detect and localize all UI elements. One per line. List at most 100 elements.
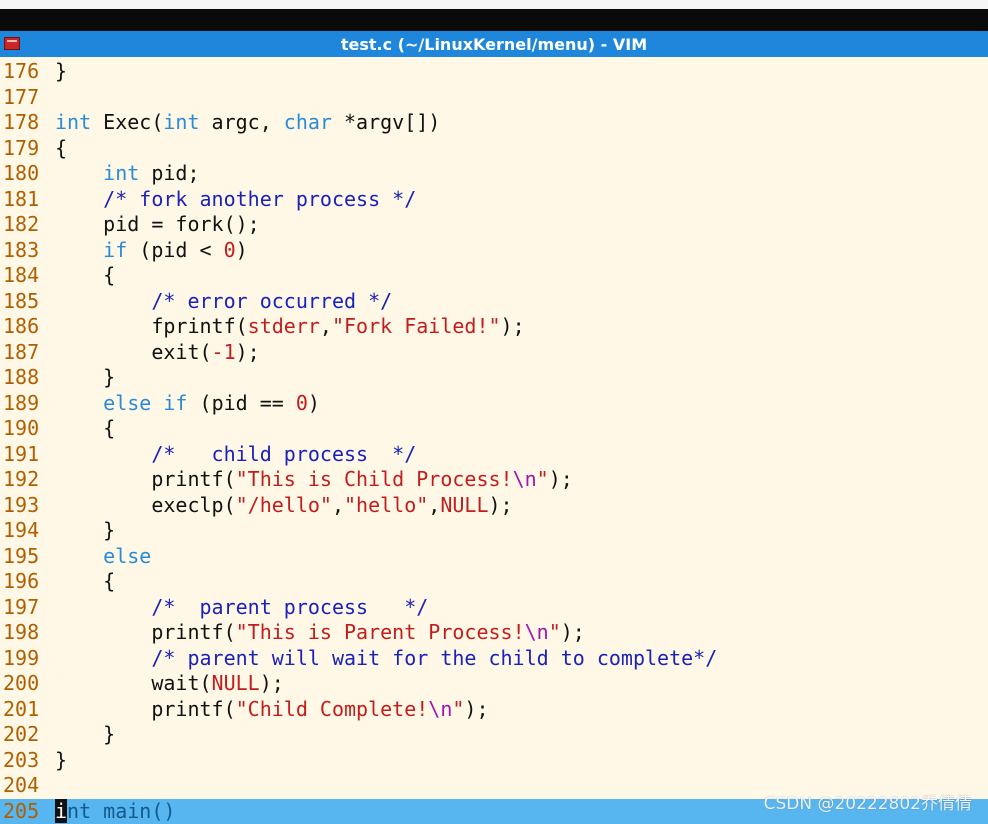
code-token: execlp(: [55, 493, 236, 517]
code-token: );: [260, 671, 284, 695]
line-text: {: [55, 569, 115, 595]
code-token: int: [103, 161, 139, 185]
code-line[interactable]: 199 /* parent will wait for the child to…: [0, 646, 988, 672]
window-titlebar[interactable]: test.c (~/LinuxKernel/menu) - VIM: [0, 31, 988, 57]
line-number: 178: [3, 110, 47, 136]
line-text: /* parent process */: [55, 595, 428, 621]
code-token: 0: [296, 391, 308, 415]
code-token: pid = fork();: [55, 212, 260, 236]
code-line[interactable]: 201 printf("Child Complete!\n");: [0, 697, 988, 723]
line-number: 201: [3, 697, 47, 723]
code-token: (pid <: [127, 238, 223, 262]
code-line[interactable]: 184 {: [0, 263, 988, 289]
code-token: (pid ==: [187, 391, 295, 415]
line-text: {: [55, 263, 115, 289]
line-number: 180: [3, 161, 47, 187]
code-token: else: [103, 544, 151, 568]
code-token: ,: [428, 493, 440, 517]
code-line[interactable]: 197 /* parent process */: [0, 595, 988, 621]
code-token: [55, 161, 103, 185]
code-line[interactable]: 192 printf("This is Child Process!\n");: [0, 467, 988, 493]
window-title: test.c (~/LinuxKernel/menu) - VIM: [0, 35, 988, 54]
code-token: exit(: [55, 340, 212, 364]
code-token: -1: [212, 340, 236, 364]
line-number: 195: [3, 544, 47, 570]
code-token: ): [236, 238, 248, 262]
code-token: Exec(: [91, 110, 163, 134]
line-number: 192: [3, 467, 47, 493]
code-line[interactable]: 202 }: [0, 722, 988, 748]
line-text: int main(): [55, 799, 175, 824]
code-token: }: [55, 365, 115, 389]
line-number: 179: [3, 136, 47, 162]
editor-text-area[interactable]: 176}177178int Exec(int argc, char *argv[…: [0, 59, 988, 824]
code-token: printf(: [55, 467, 236, 491]
code-line[interactable]: 177: [0, 85, 988, 111]
code-line[interactable]: 193 execlp("/hello","hello",NULL);: [0, 493, 988, 519]
line-text: printf("Child Complete!\n");: [55, 697, 489, 723]
code-token: \n: [513, 467, 537, 491]
code-token: [55, 442, 151, 466]
line-number: 202: [3, 722, 47, 748]
code-line[interactable]: 189 else if (pid == 0): [0, 391, 988, 417]
code-line[interactable]: 194 }: [0, 518, 988, 544]
code-token: );: [489, 493, 513, 517]
line-number: 183: [3, 238, 47, 264]
line-number: 176: [3, 59, 47, 85]
code-line[interactable]: 187 exit(-1);: [0, 340, 988, 366]
line-text: execlp("/hello","hello",NULL);: [55, 493, 513, 519]
code-line[interactable]: 185 /* error occurred */: [0, 289, 988, 315]
code-token: }: [55, 59, 67, 83]
code-token: /* fork another process */: [103, 187, 416, 211]
line-text: }: [55, 518, 115, 544]
screen-top-margin: [0, 0, 988, 9]
code-token: \n: [525, 620, 549, 644]
code-token: {: [55, 416, 115, 440]
line-text: }: [55, 365, 115, 391]
line-number: 181: [3, 187, 47, 213]
code-line[interactable]: 180 int pid;: [0, 161, 988, 187]
line-text: {: [55, 136, 67, 162]
line-text: printf("This is Parent Process!\n");: [55, 620, 585, 646]
line-number: 189: [3, 391, 47, 417]
line-number: 184: [3, 263, 47, 289]
code-token: printf(: [55, 697, 236, 721]
code-token: [55, 646, 151, 670]
code-line[interactable]: 190 {: [0, 416, 988, 442]
code-line[interactable]: 179 {: [0, 136, 988, 162]
code-line[interactable]: 203}: [0, 748, 988, 774]
code-token: );: [549, 467, 573, 491]
line-number: 197: [3, 595, 47, 621]
code-token: ": [452, 697, 464, 721]
code-line[interactable]: 183 if (pid < 0): [0, 238, 988, 264]
line-text: }: [55, 748, 67, 774]
code-line[interactable]: 198 printf("This is Parent Process!\n");: [0, 620, 988, 646]
code-token: }: [55, 518, 115, 542]
code-line[interactable]: 178int Exec(int argc, char *argv[]): [0, 110, 988, 136]
code-token: 0: [224, 238, 236, 262]
code-line[interactable]: 200 wait(NULL);: [0, 671, 988, 697]
code-token: if: [103, 238, 127, 262]
code-line[interactable]: 195 else: [0, 544, 988, 570]
code-token: "Fork Failed!": [332, 314, 501, 338]
code-line[interactable]: 186 fprintf(stderr,"Fork Failed!");: [0, 314, 988, 340]
code-token: "This is Parent Process!: [236, 620, 525, 644]
line-text: }: [55, 59, 67, 85]
code-token: char: [284, 110, 332, 134]
code-token: \n: [428, 697, 452, 721]
code-line[interactable]: 181 /* fork another process */: [0, 187, 988, 213]
code-token: /* parent process */: [151, 595, 428, 619]
line-number: 186: [3, 314, 47, 340]
code-token: ": [537, 467, 549, 491]
code-line[interactable]: 188 }: [0, 365, 988, 391]
line-text: wait(NULL);: [55, 671, 284, 697]
code-line[interactable]: 176}: [0, 59, 988, 85]
code-line[interactable]: 196 {: [0, 569, 988, 595]
code-token: );: [236, 340, 260, 364]
code-line[interactable]: 191 /* child process */: [0, 442, 988, 468]
code-line[interactable]: 182 pid = fork();: [0, 212, 988, 238]
code-token: /* child process */: [151, 442, 416, 466]
line-text: printf("This is Child Process!\n");: [55, 467, 573, 493]
code-token: printf(: [55, 620, 236, 644]
code-token: argc,: [200, 110, 284, 134]
